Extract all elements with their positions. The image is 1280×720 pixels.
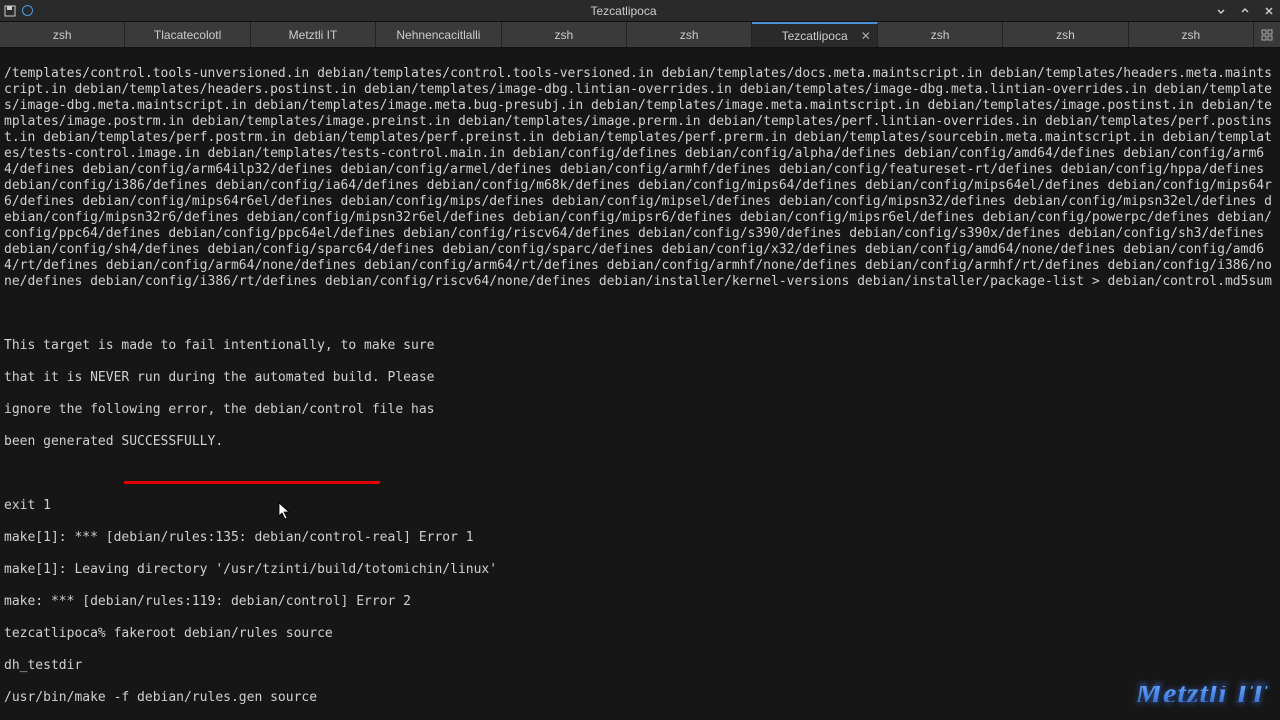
close-button[interactable]	[1262, 4, 1276, 18]
save-icon	[4, 5, 16, 17]
tab-tlacatecolotl[interactable]: Tlacatecolotl	[125, 22, 250, 47]
tab-zsh-4[interactable]: zsh	[878, 22, 1003, 47]
tab-zsh-2[interactable]: zsh	[502, 22, 627, 47]
output-line: that it is NEVER run during the automate…	[4, 370, 1276, 386]
tab-zsh-1[interactable]: zsh	[0, 22, 125, 47]
minimize-button[interactable]	[1214, 4, 1228, 18]
output-line: been generated SUCCESSFULLY.	[4, 434, 1276, 450]
output-line: make[1]: Leaving directory '/usr/tzinti/…	[4, 562, 1276, 578]
output-block: /templates/control.tools-unversioned.in …	[4, 66, 1272, 289]
tab-zsh-5[interactable]: zsh	[1003, 22, 1128, 47]
tab-zsh-3[interactable]: zsh	[627, 22, 752, 47]
output-line: dh_testdir	[4, 658, 1276, 674]
watermark-label: Metztli IT	[1135, 686, 1268, 702]
output-line: This target is made to fail intentionall…	[4, 338, 1276, 354]
window-controls	[1214, 4, 1276, 18]
session-indicator-icon	[22, 5, 33, 16]
tab-close-icon[interactable]: ✕	[861, 29, 871, 43]
tab-bar: zsh Tlacatecolotl Metztli IT Nehnencacit…	[0, 22, 1280, 48]
tab-metztli-it[interactable]: Metztli IT	[251, 22, 376, 47]
titlebar-left	[4, 5, 33, 17]
output-line: make: *** [debian/rules:119: debian/cont…	[4, 594, 1276, 610]
prompt-line: tezcatlipoca% fakeroot debian/rules sour…	[4, 626, 1276, 642]
terminal-output[interactable]: /templates/control.tools-unversioned.in …	[0, 48, 1280, 720]
window-titlebar: Tezcatlipoca	[0, 0, 1280, 22]
output-line: exit 1	[4, 498, 1276, 514]
tab-grid-button[interactable]	[1254, 22, 1280, 47]
maximize-button[interactable]	[1238, 4, 1252, 18]
tab-tezcatlipoca[interactable]: Tezcatlipoca ✕	[752, 22, 877, 47]
output-line: ignore the following error, the debian/c…	[4, 402, 1276, 418]
highlight-underline	[124, 481, 380, 484]
tab-nehnencacitlalli[interactable]: Nehnencacitlalli	[376, 22, 501, 47]
tab-zsh-6[interactable]: zsh	[1129, 22, 1254, 47]
output-line: /usr/bin/make -f debian/rules.gen source	[4, 690, 1276, 706]
output-line: make[1]: *** [debian/rules:135: debian/c…	[4, 530, 1276, 546]
window-title: Tezcatlipoca	[33, 4, 1214, 18]
